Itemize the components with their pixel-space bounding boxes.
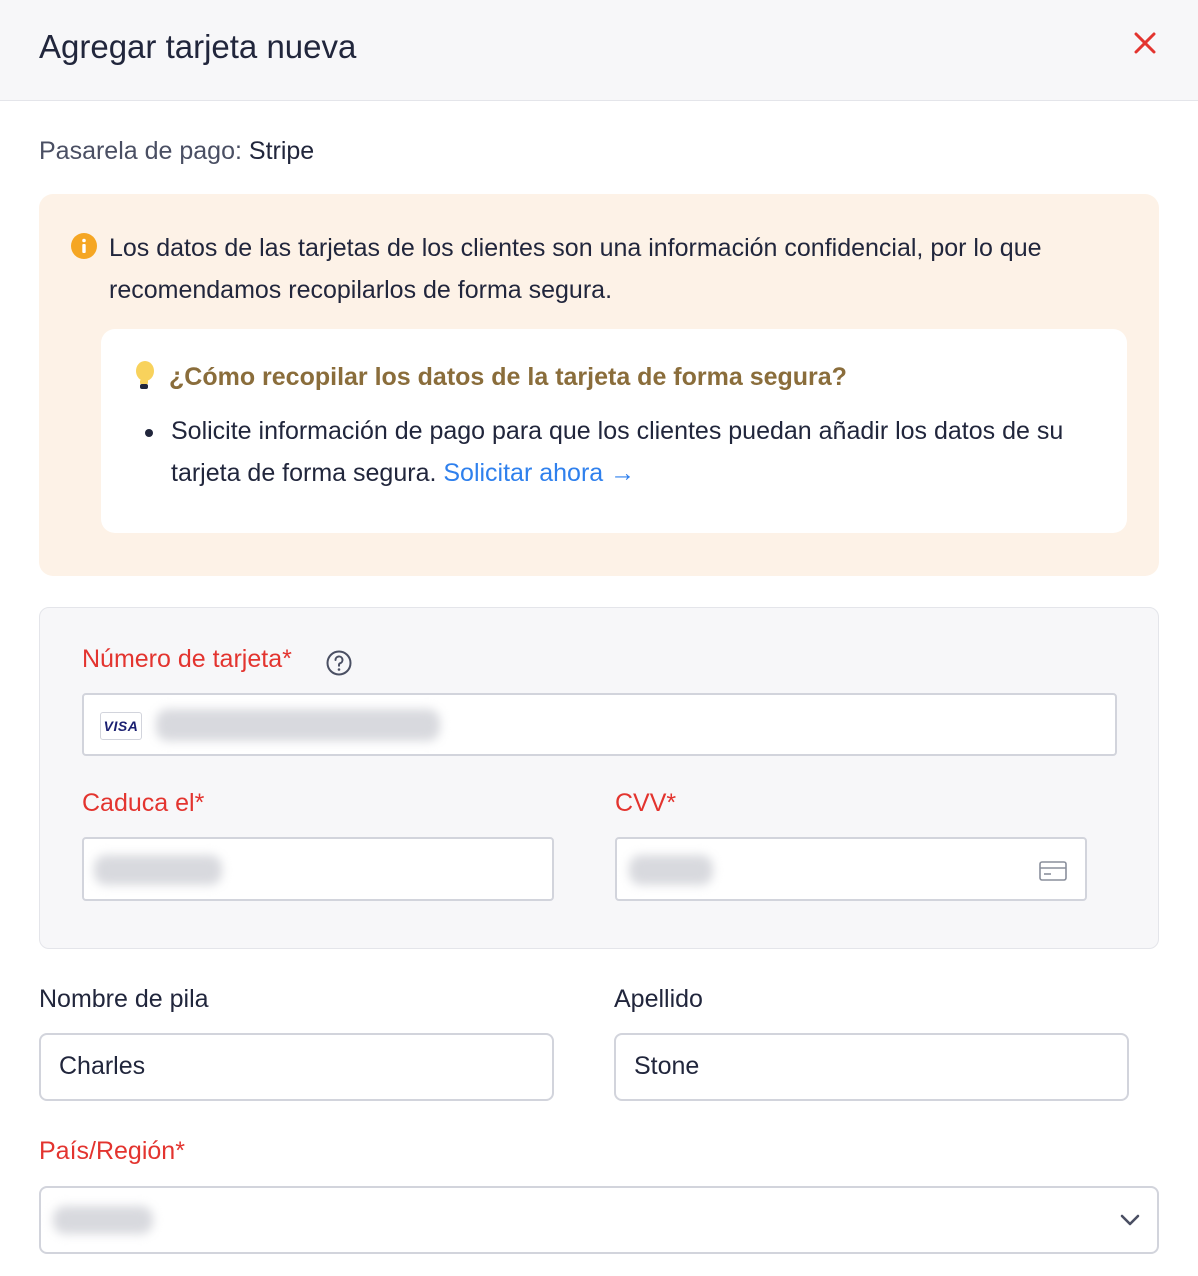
close-icon[interactable] xyxy=(1132,30,1158,56)
request-now-link[interactable]: Solicitar ahora → xyxy=(443,459,635,487)
visa-logo: VISA xyxy=(100,712,142,740)
credit-card-icon xyxy=(1039,861,1067,881)
security-notice: Los datos de las tarjetas de los cliente… xyxy=(39,194,1159,576)
help-icon[interactable] xyxy=(326,650,352,676)
tip-card: ¿Cómo recopilar los datos de la tarjeta … xyxy=(101,329,1127,533)
chevron-down-icon xyxy=(1120,1214,1140,1226)
first-name-value: Charles xyxy=(59,1052,146,1080)
redacted-country xyxy=(53,1206,153,1234)
lightbulb-icon xyxy=(136,361,154,389)
modal-header: Agregar tarjeta nueva xyxy=(0,0,1198,101)
bullet-dot xyxy=(145,429,153,437)
country-select[interactable] xyxy=(39,1186,1159,1254)
first-name-input[interactable]: Charles xyxy=(39,1033,554,1101)
redacted-cvv xyxy=(629,855,713,885)
modal-title: Agregar tarjeta nueva xyxy=(39,28,357,65)
notice-text: Los datos de las tarjetas de los cliente… xyxy=(109,234,1042,304)
card-number-label: Número de tarjeta* xyxy=(82,645,292,673)
redacted-expiry xyxy=(94,855,222,885)
last-name-value: Stone xyxy=(634,1052,700,1080)
info-icon xyxy=(71,233,97,259)
last-name-input[interactable]: Stone xyxy=(614,1033,1129,1101)
redacted-card-number xyxy=(156,709,440,741)
cvv-label: CVV* xyxy=(615,789,677,817)
tip-text: Solicite información de pago para que lo… xyxy=(171,410,1111,494)
card-number-input[interactable]: VISA xyxy=(82,693,1117,756)
cvv-input[interactable] xyxy=(615,837,1087,901)
gateway-value: Stripe xyxy=(248,137,315,165)
gateway-label: Pasarela de pago: xyxy=(39,137,242,165)
country-label: País/Región* xyxy=(39,1137,185,1165)
first-name-label: Nombre de pila xyxy=(39,985,209,1013)
last-name-label: Apellido xyxy=(614,985,703,1013)
tip-title: ¿Cómo recopilar los datos de la tarjeta … xyxy=(169,363,847,391)
expiry-label: Caduca el* xyxy=(82,789,205,817)
payment-gateway: Pasarela de pago: Stripe xyxy=(39,137,314,166)
card-details-section: Número de tarjeta* VISA Caduca el* CVV* xyxy=(39,607,1159,949)
expiry-input[interactable] xyxy=(82,837,554,901)
